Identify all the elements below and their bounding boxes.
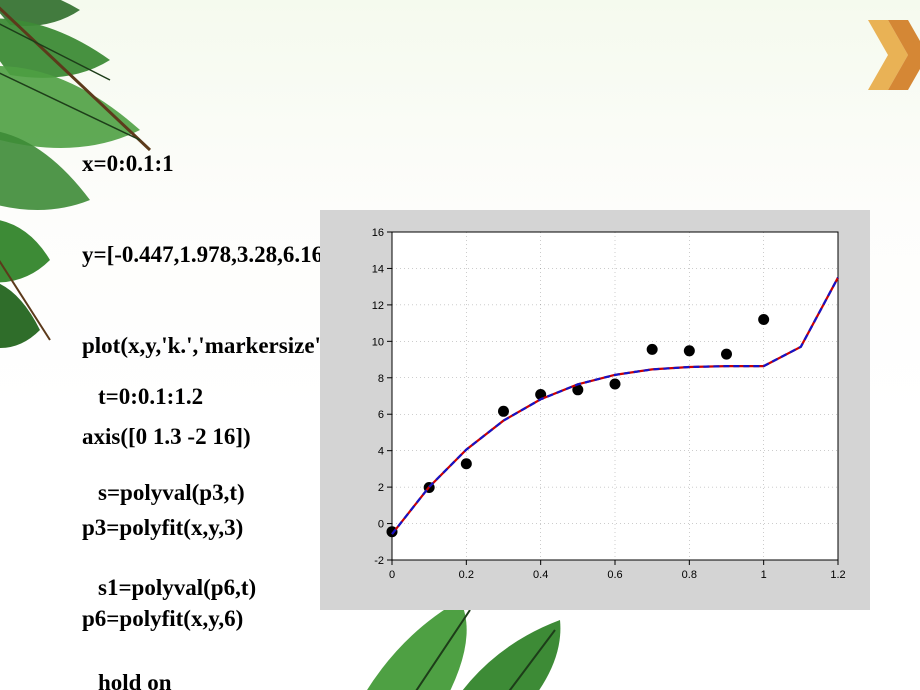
chart-axes: 0 0.2 0.4 0.6 0.8 1 1.2 -2 0 2 4 6 8 10 12 14 16 (350, 220, 850, 590)
svg-text:8: 8 (378, 373, 384, 385)
svg-text:0: 0 (389, 569, 395, 581)
polyfit-chart: 0 0.2 0.4 0.6 0.8 1 1.2 -2 0 2 4 6 8 10 12 14 16 (350, 220, 850, 590)
svg-text:-2: -2 (374, 555, 384, 567)
svg-text:12: 12 (372, 300, 384, 312)
svg-text:0.4: 0.4 (533, 569, 548, 581)
code-block-2: t=0:0.1:1.2 s=polyval(p3,t) s1=polyval(p… (98, 318, 286, 690)
leaf-decoration-left-mid-icon (0, 210, 60, 370)
slide: x=0:0.1:1 y=[-0.447,1.978,3.28,6.16,7.08… (0, 0, 920, 690)
code-line: x=0:0.1:1 (82, 149, 640, 179)
code-line: t=0:0.1:1.2 (98, 381, 286, 413)
code-line: hold on (98, 667, 286, 690)
svg-text:0: 0 (378, 519, 384, 531)
svg-text:10: 10 (372, 336, 384, 348)
svg-text:1.2: 1.2 (830, 569, 845, 581)
code-line: s1=polyval(p6,t) (98, 572, 286, 604)
svg-text:6: 6 (378, 409, 384, 421)
svg-text:1: 1 (761, 569, 767, 581)
svg-text:4: 4 (378, 446, 384, 458)
code-line: s=polyval(p3,t) (98, 477, 286, 509)
svg-text:16: 16 (372, 227, 384, 239)
page-arrow-icon (868, 20, 920, 90)
svg-text:0.2: 0.2 (459, 569, 474, 581)
svg-text:0.8: 0.8 (682, 569, 697, 581)
svg-text:0.6: 0.6 (607, 569, 622, 581)
svg-text:2: 2 (378, 482, 384, 494)
svg-text:14: 14 (372, 263, 384, 275)
chart-panel: 0 0.2 0.4 0.6 0.8 1 1.2 -2 0 2 4 6 8 10 12 14 16 (320, 210, 870, 610)
